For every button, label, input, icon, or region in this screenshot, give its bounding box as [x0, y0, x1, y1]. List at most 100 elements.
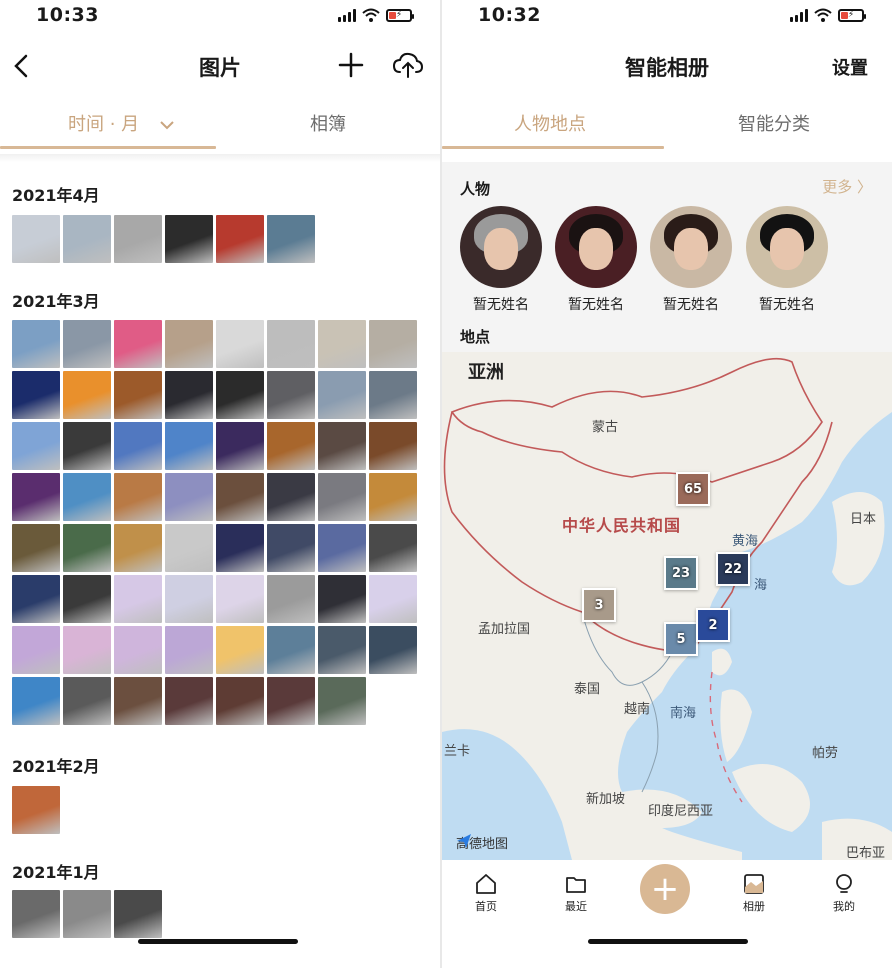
- home-indicator[interactable]: [138, 939, 298, 944]
- photo-thumbnail[interactable]: [165, 473, 213, 521]
- photo-thumbnail[interactable]: [369, 371, 417, 419]
- photo-thumbnail[interactable]: [318, 422, 366, 470]
- photo-thumbnail[interactable]: [369, 626, 417, 674]
- photo-thumbnail[interactable]: [63, 524, 111, 572]
- home-indicator[interactable]: [588, 939, 748, 944]
- photo-thumbnail[interactable]: [114, 215, 162, 263]
- photo-thumbnail[interactable]: [165, 215, 213, 263]
- person-card[interactable]: 暂无姓名: [648, 206, 734, 314]
- photo-thumbnail[interactable]: [12, 890, 60, 938]
- tab-albums[interactable]: 相簿: [310, 110, 346, 136]
- person-card[interactable]: 暂无姓名: [553, 206, 639, 314]
- photo-thumbnail[interactable]: [114, 473, 162, 521]
- photo-thumbnail[interactable]: [114, 677, 162, 725]
- photo-thumbnail[interactable]: [12, 320, 60, 368]
- photo-thumbnail[interactable]: [216, 626, 264, 674]
- photo-cluster-marker[interactable]: 23: [664, 556, 698, 590]
- photo-thumbnail[interactable]: [114, 422, 162, 470]
- photo-thumbnail[interactable]: [12, 677, 60, 725]
- settings-button[interactable]: 设置: [832, 54, 868, 80]
- photo-thumbnail[interactable]: [369, 320, 417, 368]
- photo-thumbnail[interactable]: [267, 677, 315, 725]
- tab-people-places[interactable]: 人物地点: [514, 110, 586, 136]
- add-fab-button[interactable]: +: [640, 864, 690, 914]
- photo-cluster-marker[interactable]: 2: [696, 608, 730, 642]
- photo-thumbnail[interactable]: [63, 320, 111, 368]
- photo-thumbnail[interactable]: [318, 371, 366, 419]
- photo-thumbnail[interactable]: [63, 371, 111, 419]
- photo-thumbnail[interactable]: [267, 575, 315, 623]
- cloud-upload-icon[interactable]: [392, 50, 424, 80]
- photo-thumbnail[interactable]: [114, 371, 162, 419]
- photo-thumbnail[interactable]: [318, 524, 366, 572]
- photo-thumbnail[interactable]: [267, 422, 315, 470]
- photo-thumbnail[interactable]: [165, 320, 213, 368]
- photo-thumbnail[interactable]: [369, 473, 417, 521]
- photo-thumbnail[interactable]: [12, 371, 60, 419]
- photo-thumbnail[interactable]: [114, 524, 162, 572]
- person-card[interactable]: 暂无姓名: [458, 206, 544, 314]
- photo-thumbnail[interactable]: [12, 786, 60, 834]
- photo-thumbnail[interactable]: [318, 575, 366, 623]
- person-card[interactable]: 暂无姓名: [744, 206, 830, 314]
- photo-cluster-marker[interactable]: 65: [676, 472, 710, 506]
- more-people-link[interactable]: 更多 〉: [822, 176, 872, 197]
- photo-thumbnail[interactable]: [267, 626, 315, 674]
- photo-thumbnail[interactable]: [165, 626, 213, 674]
- photo-thumbnail[interactable]: [216, 215, 264, 263]
- photo-thumbnail[interactable]: [216, 371, 264, 419]
- photo-thumbnail[interactable]: [114, 626, 162, 674]
- smart-tabs: 人物地点 智能分类: [442, 96, 892, 150]
- photo-thumbnail[interactable]: [267, 371, 315, 419]
- photo-thumbnail[interactable]: [12, 473, 60, 521]
- add-icon[interactable]: [338, 50, 364, 80]
- photo-thumbnail[interactable]: [216, 320, 264, 368]
- photo-thumbnail[interactable]: [165, 422, 213, 470]
- places-map[interactable]: 亚洲 蒙古 中华人民共和国 黄海 海 日本 孟加拉国 泰国 越南 南海 兰卡 帕…: [442, 352, 892, 860]
- photo-thumbnail[interactable]: [165, 575, 213, 623]
- tab-time-month[interactable]: 时间 · 月: [68, 110, 175, 136]
- photo-thumbnail[interactable]: [267, 473, 315, 521]
- tab-mine[interactable]: 我的: [814, 872, 874, 914]
- photo-thumbnail[interactable]: [216, 422, 264, 470]
- photo-cluster-marker[interactable]: 22: [716, 552, 750, 586]
- photo-thumbnail[interactable]: [318, 320, 366, 368]
- photo-thumbnail[interactable]: [12, 215, 60, 263]
- photo-thumbnail[interactable]: [267, 320, 315, 368]
- photo-thumbnail[interactable]: [165, 524, 213, 572]
- photo-thumbnail[interactable]: [369, 422, 417, 470]
- photo-thumbnail[interactable]: [318, 626, 366, 674]
- photo-thumbnail[interactable]: [63, 626, 111, 674]
- photo-thumbnail[interactable]: [12, 422, 60, 470]
- photo-thumbnail[interactable]: [63, 422, 111, 470]
- photo-thumbnail[interactable]: [114, 890, 162, 938]
- photo-thumbnail[interactable]: [216, 575, 264, 623]
- photo-thumbnail[interactable]: [369, 575, 417, 623]
- tab-album[interactable]: 相册: [724, 872, 784, 914]
- photo-thumbnail[interactable]: [165, 677, 213, 725]
- photo-thumbnail[interactable]: [318, 677, 366, 725]
- photo-thumbnail[interactable]: [318, 473, 366, 521]
- photo-thumbnail[interactable]: [216, 473, 264, 521]
- photo-thumbnail[interactable]: [12, 575, 60, 623]
- photo-thumbnail[interactable]: [267, 524, 315, 572]
- photo-thumbnail[interactable]: [216, 677, 264, 725]
- photo-thumbnail[interactable]: [63, 215, 111, 263]
- photo-thumbnail[interactable]: [114, 320, 162, 368]
- photo-thumbnail[interactable]: [114, 575, 162, 623]
- photo-thumbnail[interactable]: [165, 371, 213, 419]
- photo-thumbnail[interactable]: [63, 473, 111, 521]
- photo-thumbnail[interactable]: [63, 890, 111, 938]
- photo-thumbnail[interactable]: [63, 575, 111, 623]
- photo-cluster-marker[interactable]: 3: [582, 588, 616, 622]
- photo-thumbnail[interactable]: [267, 215, 315, 263]
- tab-home[interactable]: 首页: [456, 872, 516, 914]
- tab-recent[interactable]: 最近: [546, 872, 606, 914]
- tab-smart-category[interactable]: 智能分类: [738, 110, 810, 136]
- photo-cluster-marker[interactable]: 5: [664, 622, 698, 656]
- photo-thumbnail[interactable]: [216, 524, 264, 572]
- photo-thumbnail[interactable]: [63, 677, 111, 725]
- photo-thumbnail[interactable]: [369, 524, 417, 572]
- photo-thumbnail[interactable]: [12, 524, 60, 572]
- photo-thumbnail[interactable]: [12, 626, 60, 674]
